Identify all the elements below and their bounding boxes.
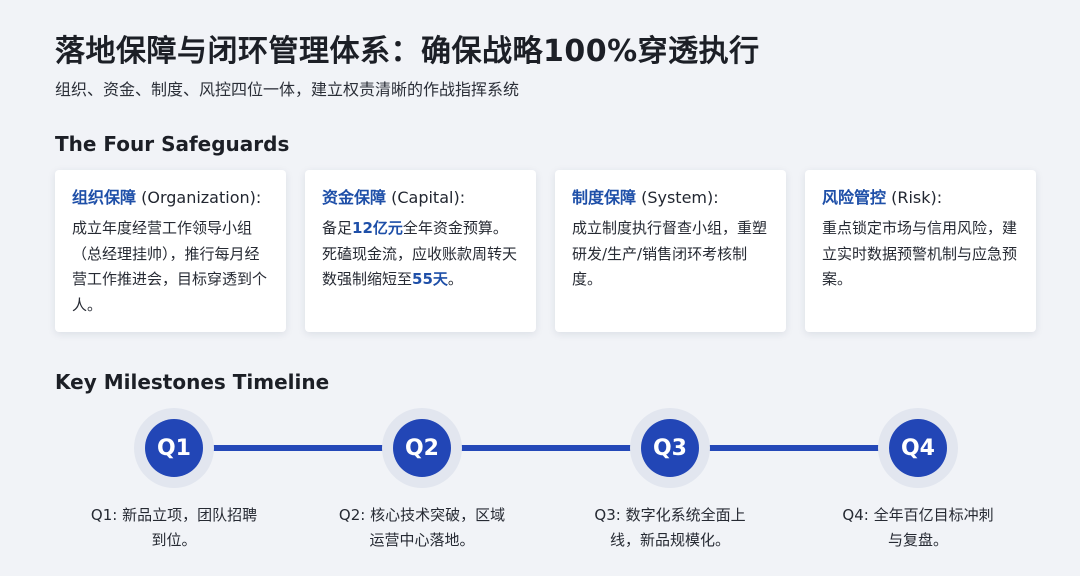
card-body-text: 成立年度经营工作领导小组（总经理挂帅），推行每月经营工作推进会，目标穿透到个人。	[72, 219, 268, 314]
caption-line: 运营中心落地。	[369, 531, 475, 549]
card-heading: 制度保障 (System):	[572, 186, 770, 210]
card-title-zh: 制度保障	[572, 188, 637, 207]
milestone-node-q4: Q4	[878, 408, 958, 488]
safeguard-card-system: 制度保障 (System): 成立制度执行督查小组，重塑研发/生产/销售闭环考核…	[555, 170, 786, 332]
safeguards-section-title: The Four Safeguards	[55, 132, 290, 156]
caption-line: Q4: 全年百亿目标冲刺	[842, 506, 994, 524]
safeguard-card-capital: 资金保障 (Capital): 备足12亿元全年资金预算。死磕现金流，应收账款周…	[305, 170, 536, 332]
days-highlight: 55天	[412, 270, 448, 288]
card-heading: 风险管控 (Risk):	[822, 186, 1020, 210]
card-body: 重点锁定市场与信用风险，建立实时数据预警机制与应急预案。	[822, 216, 1020, 293]
card-title-zh: 资金保障	[322, 188, 387, 207]
milestones-timeline: Q1 Q2 Q3 Q4 Q1: 新品立项，团队招聘 到位。 Q2: 核心技术突破…	[0, 400, 1080, 570]
caption-line: 到位。	[151, 531, 197, 549]
milestone-label: Q1	[145, 419, 203, 477]
card-body: 备足12亿元全年资金预算。死磕现金流，应收账款周转天数强制缩短至55天。	[322, 216, 520, 293]
milestone-label: Q4	[889, 419, 947, 477]
page-title: 落地保障与闭环管理体系：确保战略100%穿透执行	[55, 34, 760, 69]
card-body: 成立年度经营工作领导小组（总经理挂帅），推行每月经营工作推进会，目标穿透到个人。	[72, 216, 270, 318]
page-subtitle: 组织、资金、制度、风控四位一体，建立权责清晰的作战指挥系统	[55, 80, 520, 99]
card-title-en: (System):	[636, 188, 719, 207]
timeline-section-title: Key Milestones Timeline	[55, 370, 330, 394]
card-body-text: 重点锁定市场与信用风险，建立实时数据预警机制与应急预案。	[822, 219, 1018, 288]
caption-line: 与复盘。	[887, 531, 948, 549]
card-title-zh: 风险管控	[822, 188, 887, 207]
card-title-en: (Risk):	[886, 188, 943, 207]
budget-highlight: 12亿元	[352, 219, 403, 237]
caption-line: Q2: 核心技术突破，区域	[338, 506, 506, 524]
caption-line: Q1: 新品立项，团队招聘	[90, 506, 258, 524]
timeline-connector-line	[174, 445, 920, 451]
safeguard-card-organization: 组织保障 (Organization): 成立年度经营工作领导小组（总经理挂帅）…	[55, 170, 286, 332]
card-body-text: 。	[447, 270, 463, 288]
card-title-en: (Capital):	[386, 188, 466, 207]
caption-line: 线，新品规模化。	[609, 531, 730, 549]
milestone-caption-q3: Q3: 数字化系统全面上 线，新品规模化。	[570, 503, 770, 553]
milestone-caption-q4: Q4: 全年百亿目标冲刺 与复盘。	[818, 503, 1018, 553]
card-title-zh: 组织保障	[72, 188, 137, 207]
milestone-caption-q2: Q2: 核心技术突破，区域 运营中心落地。	[322, 503, 522, 553]
safeguards-cards: 组织保障 (Organization): 成立年度经营工作领导小组（总经理挂帅）…	[55, 170, 1037, 332]
caption-line: Q3: 数字化系统全面上	[594, 506, 746, 524]
card-body: 成立制度执行督查小组，重塑研发/生产/销售闭环考核制度。	[572, 216, 770, 293]
milestone-node-q2: Q2	[382, 408, 462, 488]
milestone-caption-q1: Q1: 新品立项，团队招聘 到位。	[74, 503, 274, 553]
card-body-text: 备足	[322, 219, 353, 237]
card-body-text: 成立制度执行督查小组，重塑研发/生产/销售闭环考核制度。	[572, 219, 768, 288]
card-heading: 资金保障 (Capital):	[322, 186, 520, 210]
milestone-label: Q2	[393, 419, 451, 477]
card-title-en: (Organization):	[136, 188, 262, 207]
card-heading: 组织保障 (Organization):	[72, 186, 270, 210]
milestone-node-q1: Q1	[134, 408, 214, 488]
milestone-label: Q3	[641, 419, 699, 477]
safeguard-card-risk: 风险管控 (Risk): 重点锁定市场与信用风险，建立实时数据预警机制与应急预案…	[805, 170, 1036, 332]
milestone-node-q3: Q3	[630, 408, 710, 488]
